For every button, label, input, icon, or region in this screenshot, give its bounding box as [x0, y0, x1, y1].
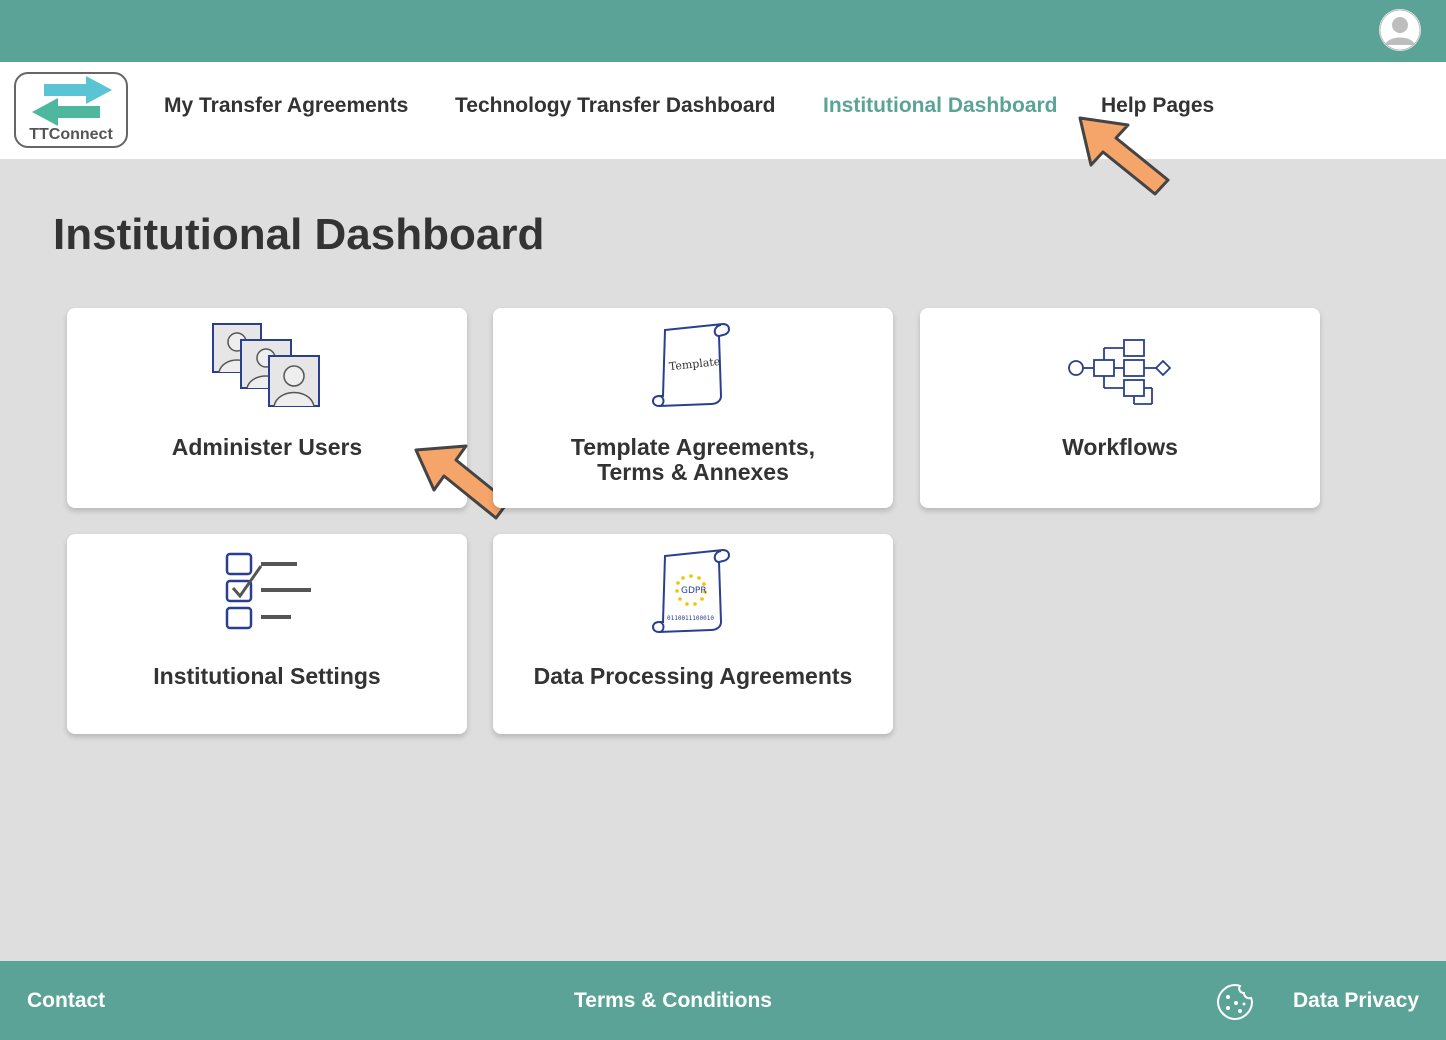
tile-template-agreements[interactable]: Template Template Agreements, Terms & An… [493, 308, 893, 508]
nav-technology-transfer-dashboard[interactable]: Technology Transfer Dashboard [455, 94, 776, 118]
tile-data-processing-agreements[interactable]: GDPR 0110011100010 Data Processing Agree… [493, 534, 893, 734]
logo-text: TTConnect [29, 126, 113, 143]
template-scroll-icon: Template [652, 322, 730, 408]
footer-data-privacy-link[interactable]: Data Privacy [1293, 989, 1419, 1013]
page-title: Institutional Dashboard [53, 210, 545, 259]
tile-label: Template Agreements, Terms & Annexes [503, 435, 883, 485]
tile-label: Data Processing Agreements [533, 663, 853, 689]
top-bar [0, 0, 1446, 62]
gdpr-scroll-icon: GDPR 0110011100010 [652, 548, 730, 634]
tile-label: Institutional Settings [153, 663, 381, 689]
nav-help-pages[interactable]: Help Pages [1101, 94, 1214, 118]
footer-contact-link[interactable]: Contact [27, 989, 105, 1013]
tile-workflows[interactable]: Workflows [920, 308, 1320, 508]
main-navigation: TTConnect My Transfer Agreements Technol… [0, 62, 1446, 159]
tile-label: Administer Users [171, 434, 363, 460]
tile-label-line-2: Terms & Annexes [597, 459, 789, 485]
users-icon [212, 323, 320, 407]
checklist-icon [225, 552, 311, 630]
nav-my-transfer-agreements[interactable]: My Transfer Agreements [164, 94, 408, 118]
exchange-arrows-icon [32, 76, 112, 126]
tile-label: Workflows [1062, 434, 1178, 460]
tile-label-line-1: Template Agreements, [570, 434, 816, 460]
cookie-icon[interactable] [1216, 983, 1254, 1021]
tile-institutional-settings[interactable]: Institutional Settings [67, 534, 467, 734]
tile-administer-users[interactable]: Administer Users [67, 308, 467, 508]
footer-terms-link[interactable]: Terms & Conditions [574, 989, 772, 1013]
nav-institutional-dashboard[interactable]: Institutional Dashboard [823, 94, 1058, 118]
workflow-icon [1068, 339, 1172, 405]
gdpr-binary-text: 0110011100010 [667, 615, 714, 622]
gdpr-icon-text: GDPR [681, 586, 707, 596]
user-avatar-icon[interactable] [1379, 9, 1421, 51]
ttconnect-logo[interactable]: TTConnect [14, 72, 128, 148]
footer: Contact Terms & Conditions Data Privacy [0, 961, 1446, 1040]
